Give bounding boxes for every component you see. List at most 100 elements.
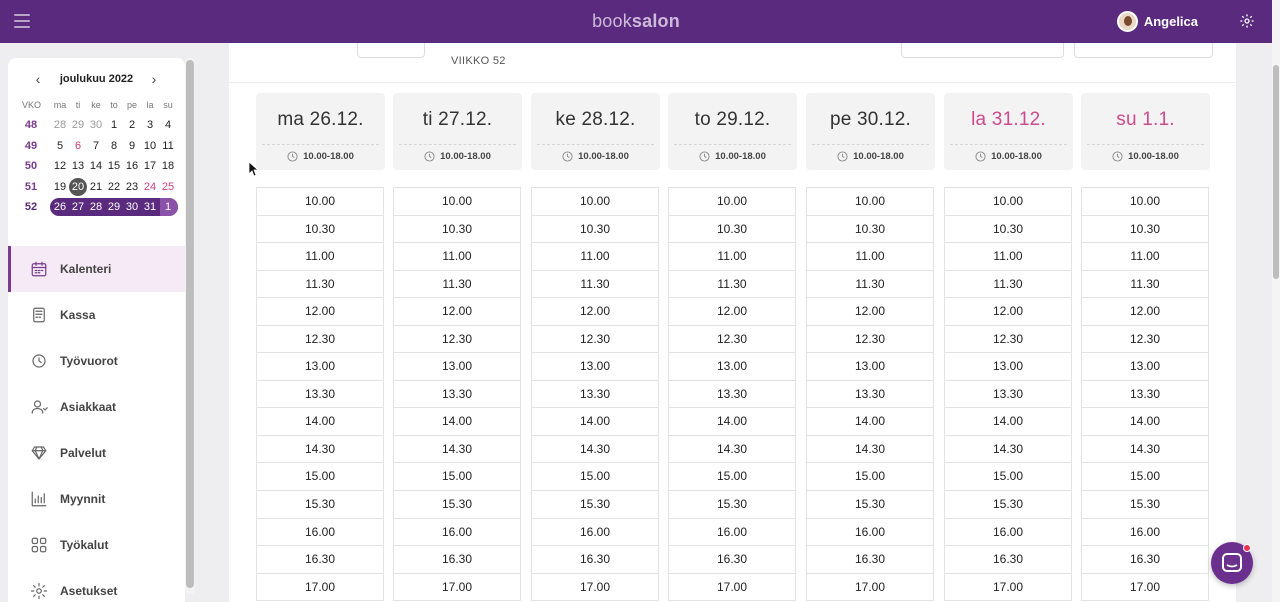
staff-select[interactable] [1074, 43, 1213, 58]
gear-icon[interactable] [1239, 13, 1255, 29]
time-slot[interactable]: 10.30 [669, 216, 795, 244]
calendar-day[interactable]: 12 [51, 157, 69, 175]
time-slot[interactable]: 15.30 [945, 491, 1071, 519]
time-slot[interactable]: 17.00 [669, 574, 795, 602]
time-slot[interactable]: 14.00 [532, 408, 658, 436]
calendar-day[interactable]: 21 [87, 178, 105, 196]
time-slot[interactable]: 16.00 [669, 519, 795, 547]
time-slot[interactable]: 10.30 [807, 216, 933, 244]
time-slot[interactable]: 17.00 [807, 574, 933, 602]
time-slot[interactable]: 11.00 [532, 243, 658, 271]
time-slot[interactable]: 11.30 [807, 271, 933, 299]
time-slot[interactable]: 12.00 [669, 298, 795, 326]
calendar-day[interactable]: 25 [159, 178, 177, 196]
time-slot[interactable]: 11.30 [945, 271, 1071, 299]
sidebar-item-asiakkaat[interactable]: Asiakkaat [8, 384, 185, 430]
chevron-right-icon[interactable]: › [148, 72, 160, 86]
time-slot[interactable]: 11.30 [394, 271, 520, 299]
sidebar-item-kassa[interactable]: Kassa [8, 292, 185, 338]
time-slot[interactable]: 11.00 [257, 243, 383, 271]
time-slot[interactable]: 16.00 [257, 519, 383, 547]
time-slot[interactable]: 12.00 [532, 298, 658, 326]
time-slot[interactable]: 16.30 [669, 546, 795, 574]
time-slot[interactable]: 14.30 [807, 436, 933, 464]
time-slot[interactable]: 11.00 [807, 243, 933, 271]
time-slot[interactable]: 12.30 [257, 326, 383, 354]
sidebar-item-asetukset[interactable]: Asetukset [8, 568, 185, 602]
time-slot[interactable]: 13.30 [394, 381, 520, 409]
time-slot[interactable]: 12.00 [257, 298, 383, 326]
calendar-day[interactable]: 10 [141, 137, 159, 155]
time-slot[interactable]: 11.00 [1082, 243, 1208, 271]
calendar-day[interactable]: 5 [51, 137, 69, 155]
time-slot[interactable]: 15.00 [945, 463, 1071, 492]
time-slot[interactable]: 10.00 [807, 188, 933, 216]
calendar-day[interactable]: 24 [141, 178, 159, 196]
time-slot[interactable]: 15.00 [394, 463, 520, 492]
time-slot[interactable]: 12.00 [807, 298, 933, 326]
time-slot[interactable]: 12.30 [807, 326, 933, 354]
calendar-day[interactable]: 31 [141, 198, 159, 216]
calendar-day[interactable]: 11 [159, 137, 177, 155]
calendar-day[interactable]: 30 [123, 198, 141, 216]
time-slot[interactable]: 11.30 [1082, 271, 1208, 299]
time-slot[interactable]: 11.30 [257, 271, 383, 299]
time-slot[interactable]: 16.30 [807, 546, 933, 574]
time-slot[interactable]: 12.00 [945, 298, 1071, 326]
day-header[interactable]: ti 27.12. 10.00-18.00 [393, 93, 522, 170]
time-slot[interactable]: 13.00 [807, 353, 933, 381]
time-slot[interactable]: 12.30 [945, 326, 1071, 354]
time-slot[interactable]: 16.30 [532, 546, 658, 574]
time-slot[interactable]: 14.30 [532, 436, 658, 464]
time-slot[interactable]: 12.30 [1082, 326, 1208, 354]
sidebar-item-työvuorot[interactable]: Työvuorot [8, 338, 185, 384]
calendar-day[interactable]: 8 [105, 137, 123, 155]
calendar-day[interactable]: 1 [105, 116, 123, 134]
calendar-day[interactable]: 9 [123, 137, 141, 155]
sidebar-scrollbar[interactable] [185, 58, 195, 594]
week-number[interactable]: 50 [22, 157, 40, 175]
time-slot[interactable]: 13.00 [945, 353, 1071, 381]
time-slot[interactable]: 14.30 [394, 436, 520, 464]
week-number[interactable]: 49 [22, 137, 40, 155]
time-slot[interactable]: 14.00 [394, 408, 520, 436]
time-slot[interactable]: 15.00 [807, 463, 933, 492]
day-header[interactable]: su 1.1. 10.00-18.00 [1081, 93, 1210, 170]
user-menu[interactable]: Angelica [1116, 11, 1198, 32]
time-slot[interactable]: 13.30 [945, 381, 1071, 409]
time-slot[interactable]: 16.30 [1082, 546, 1208, 574]
time-slot[interactable]: 12.30 [394, 326, 520, 354]
time-slot[interactable]: 11.30 [669, 271, 795, 299]
time-slot[interactable]: 17.00 [394, 574, 520, 602]
calendar-day[interactable]: 29 [69, 116, 87, 134]
time-slot[interactable]: 11.00 [669, 243, 795, 271]
time-slot[interactable]: 12.00 [394, 298, 520, 326]
time-slot[interactable]: 10.00 [257, 188, 383, 216]
time-slot[interactable]: 16.30 [394, 546, 520, 574]
time-slot[interactable]: 10.30 [394, 216, 520, 244]
toolbar-button[interactable] [901, 43, 1064, 58]
sidebar-item-kalenteri[interactable]: Kalenteri [8, 246, 185, 292]
time-slot[interactable]: 13.30 [669, 381, 795, 409]
chat-button[interactable] [1211, 542, 1253, 584]
calendar-day[interactable]: 30 [87, 116, 105, 134]
time-slot[interactable]: 14.30 [1082, 436, 1208, 464]
sidebar-item-myynnit[interactable]: Myynnit [8, 476, 185, 522]
day-header[interactable]: to 29.12. 10.00-18.00 [668, 93, 797, 170]
time-slot[interactable]: 10.30 [532, 216, 658, 244]
sidebar-scrollbar-thumb[interactable] [186, 60, 194, 588]
time-slot[interactable]: 17.00 [532, 574, 658, 602]
calendar-day[interactable]: 22 [105, 178, 123, 196]
sidebar-item-työkalut[interactable]: Työkalut [8, 522, 185, 568]
time-slot[interactable]: 16.00 [945, 519, 1071, 547]
time-slot[interactable]: 15.00 [532, 463, 658, 492]
time-slot[interactable]: 16.00 [1082, 519, 1208, 547]
week-number[interactable]: 51 [22, 178, 40, 196]
time-slot[interactable]: 15.30 [394, 491, 520, 519]
time-slot[interactable]: 17.00 [945, 574, 1071, 602]
today-button[interactable] [357, 43, 425, 58]
time-slot[interactable]: 10.00 [945, 188, 1071, 216]
time-slot[interactable]: 16.00 [532, 519, 658, 547]
time-slot[interactable]: 15.30 [669, 491, 795, 519]
calendar-day[interactable]: 6 [69, 137, 87, 155]
